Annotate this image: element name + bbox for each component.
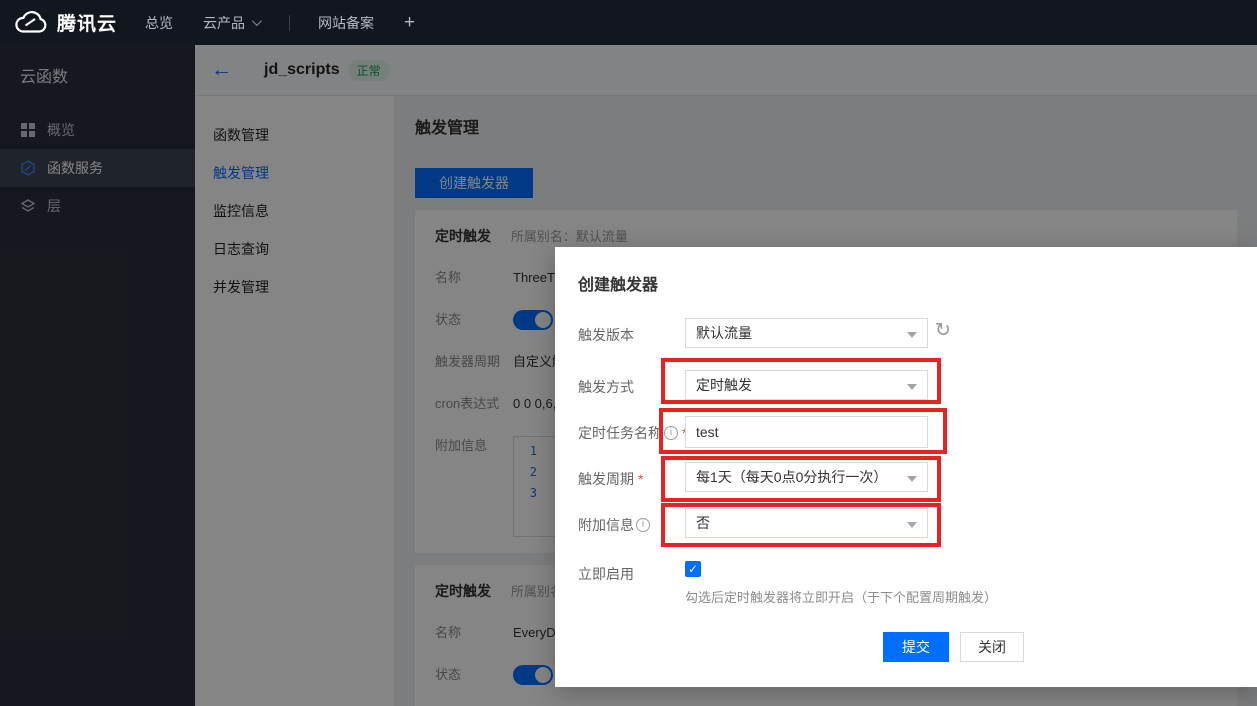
submit-button[interactable]: 提交 (883, 632, 949, 662)
nav-add-button[interactable]: + (404, 12, 415, 34)
enable-label: 立即启用 (578, 564, 634, 584)
nav-products-label: 云产品 (203, 13, 245, 33)
cycle-label: 触发周期 * (578, 469, 643, 489)
caret-down-icon (907, 384, 917, 390)
extra-info-select[interactable]: 否 (685, 508, 928, 538)
top-nav: 腾讯云 总览 云产品 网站备案 + (0, 0, 1257, 45)
nav-beian[interactable]: 网站备案 (318, 13, 374, 33)
method-label: 触发方式 (578, 377, 634, 397)
enable-checkbox[interactable]: ✓ (685, 561, 701, 577)
info-icon: i (636, 518, 650, 532)
cycle-select[interactable]: 每1天（每天0点0分执行一次） (685, 462, 928, 492)
refresh-icon[interactable]: ↻ (935, 319, 951, 342)
version-select[interactable]: 默认流量 (685, 318, 928, 348)
close-button[interactable]: 关闭 (960, 632, 1024, 662)
chevron-down-icon (252, 16, 262, 26)
version-select-value: 默认流量 (696, 323, 752, 343)
info-icon: i (664, 426, 678, 440)
extra-info-label: 附加信息 i (578, 515, 650, 535)
task-name-input[interactable] (685, 416, 928, 448)
tencent-cloud-logo-icon (14, 10, 48, 36)
cycle-label-text: 触发周期 (578, 469, 634, 489)
brand[interactable]: 腾讯云 (14, 9, 117, 36)
nav-products[interactable]: 云产品 (203, 13, 259, 33)
extra-info-label-text: 附加信息 (578, 515, 634, 535)
create-trigger-modal: 创建触发器 触发版本 默认流量 ↻ 触发方式 定时触发 定时任务名称 i * 触… (555, 247, 1257, 687)
brand-name: 腾讯云 (57, 9, 117, 36)
enable-hint: 勾选后定时触发器将立即开启（于下个配置周期触发） (685, 587, 997, 606)
nav-overview[interactable]: 总览 (145, 13, 173, 33)
caret-down-icon (907, 522, 917, 528)
task-name-label-text: 定时任务名称 (578, 423, 662, 443)
caret-down-icon (907, 332, 917, 338)
method-select-value: 定时触发 (696, 375, 752, 395)
required-mark: * (638, 471, 643, 487)
nav-divider (289, 15, 290, 31)
top-nav-menu: 总览 云产品 网站备案 + (145, 12, 445, 34)
version-label: 触发版本 (578, 325, 634, 345)
extra-info-select-value: 否 (696, 513, 710, 533)
caret-down-icon (907, 476, 917, 482)
cycle-select-value: 每1天（每天0点0分执行一次） (696, 467, 887, 487)
method-select[interactable]: 定时触发 (685, 370, 928, 400)
modal-title: 创建触发器 (578, 271, 658, 295)
task-name-label: 定时任务名称 i * (578, 423, 687, 443)
